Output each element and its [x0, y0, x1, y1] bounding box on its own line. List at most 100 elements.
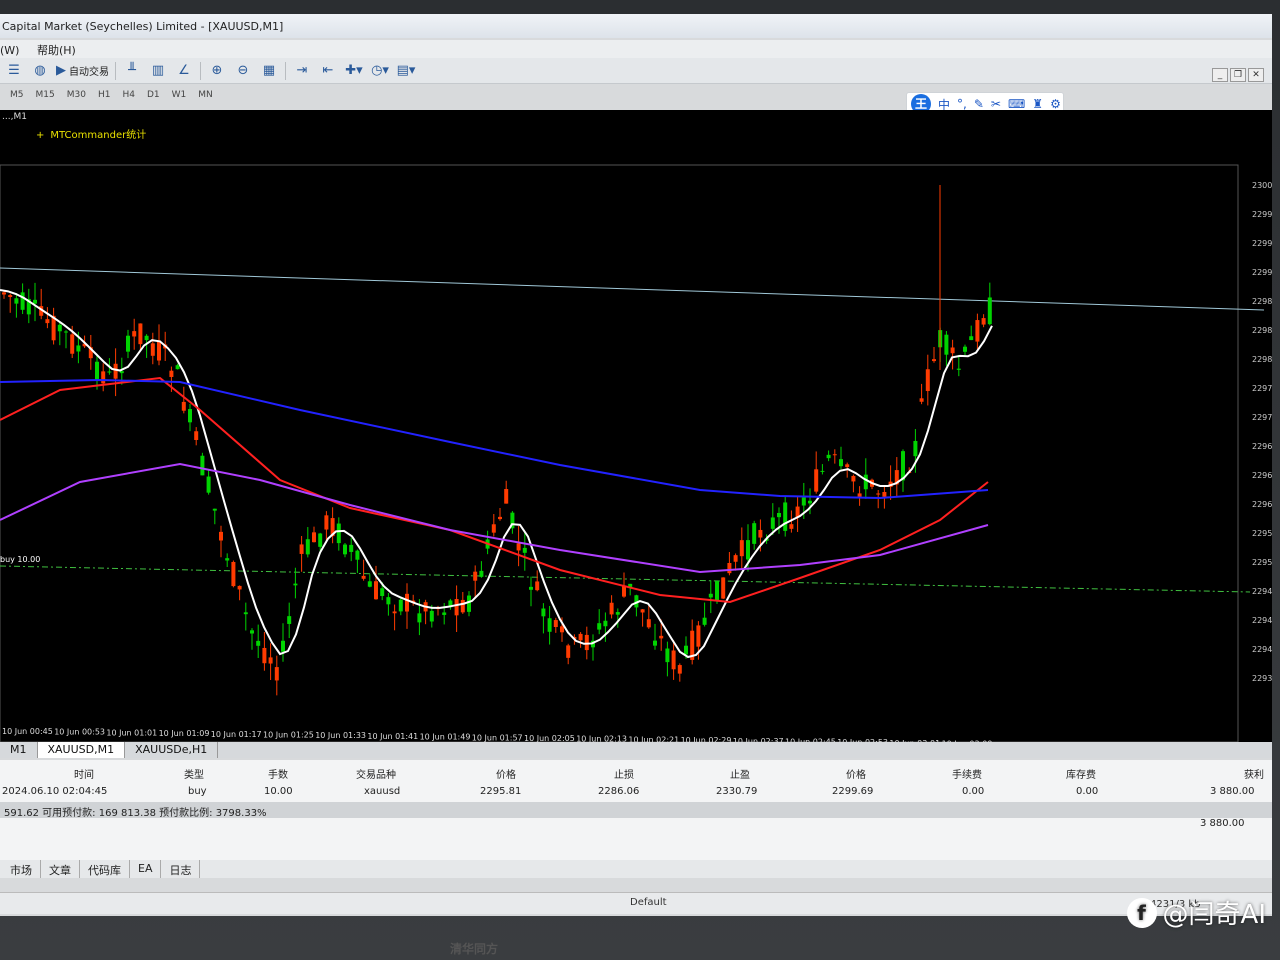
autotrade-button[interactable]: ▶ 自动交易 [56, 61, 109, 81]
candle-body [367, 581, 372, 587]
monitor: Capital Market (Seychelles) Limited - [X… [0, 0, 1280, 960]
candle-body [913, 440, 918, 457]
candle-body [783, 502, 788, 531]
candle-body [101, 371, 106, 384]
price-tick-label: 2295.75 [1252, 529, 1272, 538]
pen-icon[interactable]: ✎ [974, 97, 984, 111]
toolbar-separator [115, 61, 116, 80]
col-type[interactable]: 类型 [184, 766, 204, 781]
menu-item-window[interactable]: (W) [0, 44, 19, 57]
col-current-price[interactable]: 价格 [846, 766, 866, 781]
monitor-brand: 清华同方 [450, 942, 499, 956]
tab-ea[interactable]: EA [130, 860, 162, 878]
tf-m5[interactable]: M5 [10, 90, 24, 100]
candle-body [851, 475, 856, 482]
order-type: buy [188, 786, 207, 797]
globe-icon[interactable]: ◍ [30, 61, 50, 81]
tf-d1[interactable]: D1 [147, 90, 160, 100]
tab-articles[interactable]: 文章 [41, 860, 80, 878]
minimize-icon[interactable]: _ [1212, 68, 1228, 82]
skin-icon[interactable]: ♜ [1032, 97, 1043, 111]
watermark-text: @闫奇AI [1162, 900, 1266, 930]
settings-gear-icon[interactable]: ⚙ [1050, 97, 1061, 111]
plus-icon: + [36, 130, 45, 141]
col-time[interactable]: 时间 [74, 766, 94, 781]
time-tick-label: 10 Jun 01:25 [263, 731, 314, 740]
punctuation-icon[interactable]: °, [957, 97, 967, 111]
price-tick-label: 2294.95 [1252, 587, 1272, 596]
tf-h4[interactable]: H4 [122, 90, 135, 100]
col-swap[interactable]: 库存费 [1066, 766, 1096, 781]
bar-chart-icon[interactable]: ╨ [122, 61, 142, 81]
line-chart-icon[interactable]: ∠ [174, 61, 194, 81]
profiles-icon[interactable]: ☰ [4, 61, 24, 81]
restore-icon[interactable]: ❐ [1230, 68, 1246, 82]
menu-item-help[interactable]: 帮助(H) [37, 44, 76, 57]
candle-body [653, 640, 657, 646]
price-tick-label: 2299.05 [1252, 268, 1272, 277]
candle-body [132, 331, 137, 337]
chart-tab-m1[interactable]: M1 [0, 742, 38, 758]
tf-mn[interactable]: MN [198, 90, 213, 100]
candle-body [987, 297, 992, 325]
tab-market[interactable]: 市场 [2, 860, 41, 878]
price-chart[interactable]: 2300.25 2299.85 2299.45 2299.05 2298.95 2298.… [0, 110, 1272, 758]
col-symbol[interactable]: 交易品种 [356, 766, 396, 781]
status-profile: Default [630, 897, 667, 908]
tab-journal[interactable]: 日志 [161, 860, 201, 878]
zoom-out-icon[interactable]: ⊖ [233, 61, 253, 81]
col-tp[interactable]: 止盈 [730, 766, 750, 781]
tab-codebase[interactable]: 代码库 [80, 860, 130, 878]
candle-body [845, 464, 850, 468]
candle-body [429, 610, 434, 622]
tf-m30[interactable]: M30 [67, 90, 86, 100]
chart-tab-xauusd-m1[interactable]: XAUUSD,M1 [37, 742, 126, 758]
order-price: 2295.81 [480, 786, 522, 797]
tf-h1[interactable]: H1 [98, 90, 111, 100]
tile-windows-icon[interactable]: ▦ [259, 61, 279, 81]
candle-body [541, 608, 546, 617]
col-lots[interactable]: 手数 [268, 766, 288, 781]
window-title: Capital Market (Seychelles) Limited - [X… [0, 14, 1272, 38]
order-symbol: xauusd [364, 786, 401, 797]
candle-body [677, 665, 682, 674]
candle-body [200, 455, 205, 476]
zoom-in-icon[interactable]: ⊕ [207, 61, 227, 81]
candle-body [181, 401, 186, 411]
col-profit[interactable]: 获利 [1244, 766, 1264, 781]
candle-body [442, 612, 447, 615]
col-sl[interactable]: 止损 [614, 766, 634, 781]
tf-m15[interactable]: M15 [36, 90, 55, 100]
templates-icon[interactable]: ▤▾ [396, 61, 416, 81]
candle-body [814, 469, 819, 492]
col-commission[interactable]: 手续费 [952, 766, 982, 781]
toolbar-separator [285, 61, 286, 80]
candle-body [522, 547, 527, 553]
slow-ma-line [0, 378, 989, 500]
candle-body [498, 516, 502, 520]
autoscroll-icon[interactable]: ⇥ [292, 61, 312, 81]
main-toolbar: ☰ ◍ ▶ 自动交易 ╨ ▥ ∠ ⊕ ⊖ ▦ ⇥ ⇤ ✚▾ ◷▾ ▤▾ [0, 58, 1272, 84]
candle-body [473, 571, 478, 581]
candle-body [950, 347, 955, 354]
candle-body [237, 585, 242, 590]
candle-body [876, 493, 881, 495]
chart-canvas[interactable]: 2300.25 2299.85 2299.45 2299.05 2298.95 2298.… [0, 110, 1272, 758]
candle-body [566, 645, 571, 658]
candle-body [2, 292, 6, 295]
price-tick-label: 2299.85 [1252, 210, 1272, 219]
periods-icon[interactable]: ◷▾ [370, 61, 390, 81]
chart-tab-xauusde-h1[interactable]: XAUUSDe,H1 [125, 742, 219, 758]
close-icon[interactable]: ✕ [1248, 68, 1264, 82]
candle-body [733, 555, 738, 562]
candle-body [975, 320, 980, 342]
scissors-icon[interactable]: ✂ [991, 97, 1001, 111]
col-price[interactable]: 价格 [496, 766, 516, 781]
tf-w1[interactable]: W1 [172, 90, 187, 100]
chart-shift-icon[interactable]: ⇤ [318, 61, 338, 81]
price-tick-label: 2298.15 [1252, 355, 1272, 364]
indicators-icon[interactable]: ✚▾ [344, 61, 364, 81]
candle-chart-icon[interactable]: ▥ [148, 61, 168, 81]
keyboard-icon[interactable]: ⌨ [1008, 97, 1025, 111]
candle-body [293, 583, 298, 586]
